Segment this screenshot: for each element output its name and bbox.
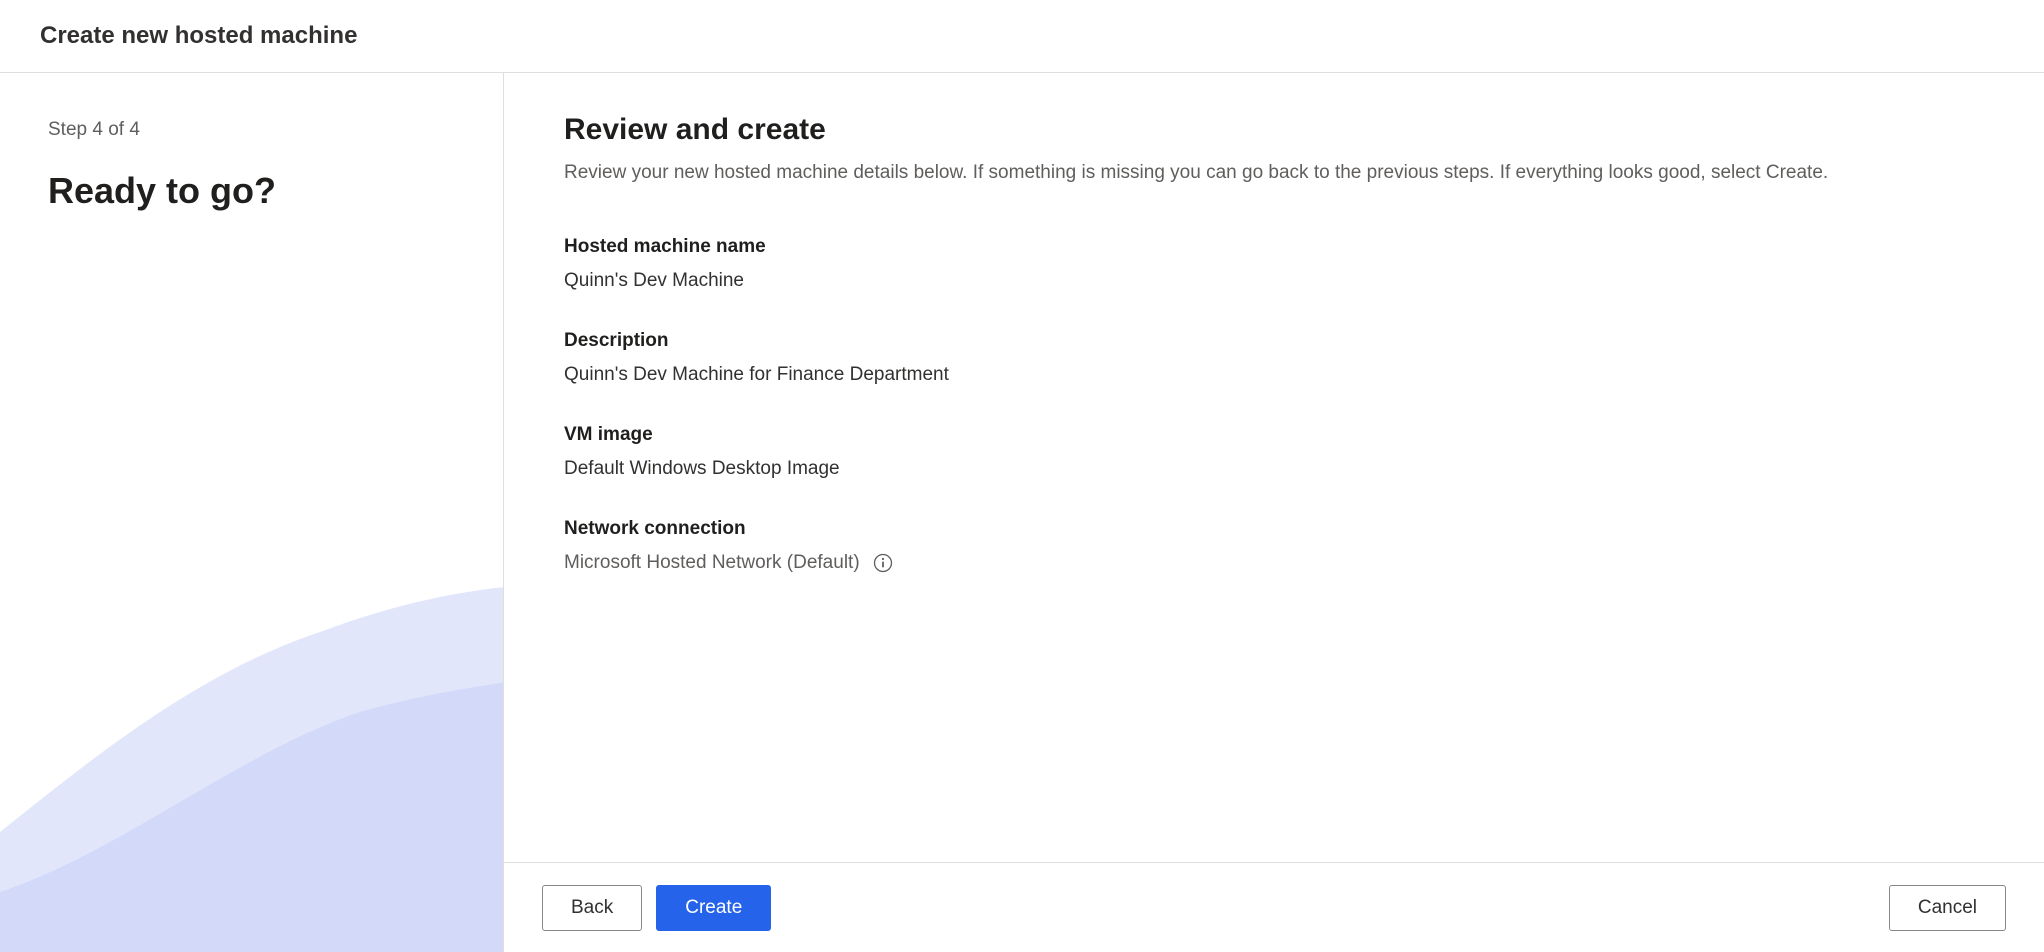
main-subtitle: Review your new hosted machine details b… <box>564 159 1984 188</box>
wizard-sidebar: Step 4 of 4 Ready to go? <box>0 73 504 952</box>
sidebar-title: Ready to go? <box>48 169 455 212</box>
body-container: Step 4 of 4 Ready to go? Review and crea… <box>0 73 2044 952</box>
field-value-machine-name: Quinn's Dev Machine <box>564 270 1984 292</box>
info-icon[interactable] <box>872 552 894 574</box>
field-value-description: Quinn's Dev Machine for Finance Departme… <box>564 364 1984 386</box>
back-button[interactable]: Back <box>542 885 642 931</box>
main-title: Review and create <box>564 113 1984 147</box>
main-content: Review and create Review your new hosted… <box>504 73 2044 952</box>
page-title: Create new hosted machine <box>40 22 357 50</box>
page-header: Create new hosted machine <box>0 0 2044 73</box>
field-value-network: Microsoft Hosted Network (Default) <box>564 552 1984 574</box>
create-button[interactable]: Create <box>656 885 771 931</box>
wizard-footer: Back Create Cancel <box>504 862 2044 952</box>
step-indicator: Step 4 of 4 <box>48 119 455 141</box>
field-value-network-text: Microsoft Hosted Network (Default) <box>564 552 860 574</box>
field-vm-image: VM image Default Windows Desktop Image <box>564 424 1984 480</box>
field-network: Network connection Microsoft Hosted Netw… <box>564 518 1984 574</box>
cancel-button[interactable]: Cancel <box>1889 885 2006 931</box>
field-value-vm-image: Default Windows Desktop Image <box>564 458 1984 480</box>
field-label-network: Network connection <box>564 518 1984 540</box>
field-machine-name: Hosted machine name Quinn's Dev Machine <box>564 236 1984 292</box>
field-label-vm-image: VM image <box>564 424 1984 446</box>
footer-left: Back Create <box>542 885 771 931</box>
footer-right: Cancel <box>1889 885 2006 931</box>
wave-decoration <box>0 552 504 952</box>
field-description: Description Quinn's Dev Machine for Fina… <box>564 330 1984 386</box>
field-label-description: Description <box>564 330 1984 352</box>
field-label-machine-name: Hosted machine name <box>564 236 1984 258</box>
